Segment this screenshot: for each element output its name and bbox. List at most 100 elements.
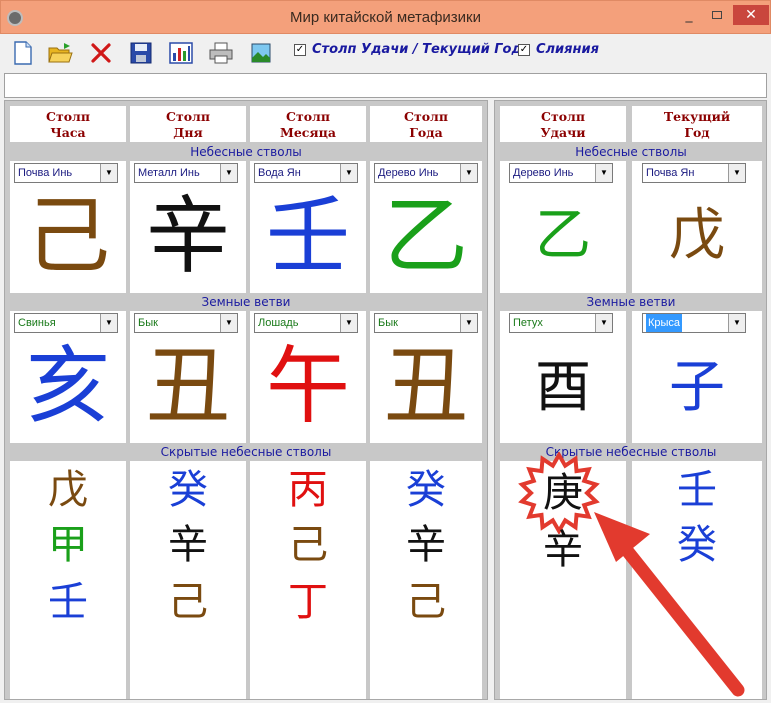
header-day-pillar: Столп Дня [130,106,246,142]
chevron-down-icon[interactable]: ▼ [460,314,477,332]
hidden-glyph-highlighted: 庚 [543,470,583,516]
stem-glyph-day: 辛 [145,187,230,285]
merge-checkbox[interactable]: ✓ Слияния [518,42,599,57]
open-folder-icon [48,43,73,63]
print-icon [209,42,233,64]
select-value: Лошадь [258,317,299,329]
open-button[interactable] [48,40,74,66]
header-line: Столп [286,109,330,124]
hidden-glyph: 丙 [288,467,328,513]
branch-select-day[interactable]: Бык ▼ [134,313,238,333]
chevron-down-icon[interactable]: ▼ [728,164,745,182]
window-title: Мир китайской метафизики [290,9,481,26]
stem-select-month[interactable]: Вода Ян ▼ [254,163,358,183]
stem-glyph-year: 乙 [383,187,468,285]
stem-select-luck[interactable]: Дерево Инь ▼ [509,163,613,183]
hidden-glyph: 壬 [48,579,88,625]
stem-select-day[interactable]: Металл Инь ▼ [134,163,238,183]
branch-select-luck[interactable]: Петух ▼ [509,313,613,333]
print-button[interactable] [208,40,234,66]
chevron-down-icon[interactable]: ▼ [220,314,237,332]
select-value-highlighted: Крыса [646,314,683,332]
new-document-icon [14,41,32,65]
header-month-pillar: Столп Месяца [250,106,366,142]
select-value: Почва Ян [646,167,695,179]
stem-glyph-hour: 己 [25,187,110,285]
chevron-down-icon[interactable]: ▼ [340,164,357,182]
checkbox-box: ✓ [294,43,306,56]
stem-select-current-year[interactable]: Почва Ян ▼ [642,163,746,183]
branch-glyph-day: 丑 [145,337,230,435]
branch-select-year[interactable]: Бык ▼ [374,313,478,333]
select-value: Почва Инь [18,167,73,179]
chevron-down-icon[interactable]: ▼ [460,164,477,182]
header-line: Столп [46,109,90,124]
delete-icon [91,43,111,63]
delete-button[interactable] [88,40,114,66]
maximize-icon [712,11,722,19]
chevron-down-icon[interactable]: ▼ [340,314,357,332]
select-value: Дерево Инь [513,167,574,179]
hidden-glyph: 己 [406,579,446,625]
luck-year-checkbox-label: Столп Удачи / Текущий Год [312,42,522,57]
chevron-down-icon[interactable]: ▼ [220,164,237,182]
chevron-down-icon[interactable]: ▼ [728,314,745,332]
minimize-button[interactable]: _ [677,5,701,25]
chevron-down-icon[interactable]: ▼ [100,314,117,332]
branch-select-hour[interactable]: Свинья ▼ [14,313,118,333]
save-icon [130,42,152,64]
header-luck-pillar: Столп Удачи [500,106,626,142]
new-document-button[interactable] [10,40,36,66]
chevron-down-icon[interactable]: ▼ [100,164,117,182]
branch-glyph-current-year: 子 [669,355,725,420]
stem-select-hour[interactable]: Почва Инь ▼ [14,163,118,183]
stem-glyph-month: 壬 [265,187,350,285]
hidden-glyph: 己 [168,579,208,625]
branch-select-month[interactable]: Лошадь ▼ [254,313,358,333]
hidden-glyph: 癸 [406,467,446,513]
chart-button[interactable] [168,40,194,66]
chevron-down-icon[interactable]: ▼ [595,314,612,332]
info-text-field[interactable] [4,73,767,98]
branch-glyph-luck: 酉 [535,355,591,420]
header-line: Текущий [663,109,731,124]
stem-select-year[interactable]: Дерево Инь ▼ [374,163,478,183]
hidden-glyph: 辛 [168,522,208,568]
select-value: Петух [513,317,543,329]
luck-year-checkbox[interactable]: ✓ Столп Удачи / Текущий Год [294,42,522,57]
select-value: Вода Ян [258,167,301,179]
maximize-button[interactable] [705,5,729,25]
save-button[interactable] [128,40,154,66]
header-hour-pillar: Столп Часа [10,106,126,142]
header-line: Столп [404,109,448,124]
select-value: Свинья [18,317,56,329]
image-icon [251,43,271,63]
image-button[interactable] [248,40,274,66]
hidden-glyph: 辛 [406,522,446,568]
branch-glyph-hour: 亥 [25,337,110,435]
title-bar: Мир китайской метафизики _ ✕ [0,0,771,34]
header-current-year: Текущий Год [632,106,762,142]
header-line: Часа [50,125,86,140]
branch-select-current-year[interactable]: Крыса ▼ [642,313,746,333]
hidden-glyph: 己 [288,522,328,568]
heavenly-stems-label: Небесные стволы [190,145,302,159]
select-value: Бык [138,317,158,329]
header-line: Дня [173,125,203,140]
header-line: Год [684,125,710,140]
heavenly-stems-label: Небесные стволы [575,145,687,159]
header-line: Столп [541,109,585,124]
header-line: Месяца [280,125,336,140]
stem-glyph-luck: 乙 [535,203,591,268]
hidden-glyph: 戊 [48,467,88,513]
hidden-stems-label: Скрытые небесные стволы [160,445,332,459]
branch-glyph-year: 丑 [383,337,468,435]
header-line: Года [409,125,443,140]
earthly-branches-label: Земные ветви [201,295,291,309]
close-button[interactable]: ✕ [733,5,769,25]
chevron-down-icon[interactable]: ▼ [595,164,612,182]
toolbar: ✓ Столп Удачи / Текущий Год ✓ Слияния [0,34,771,70]
hidden-glyph: 丁 [288,579,328,625]
checkbox-box: ✓ [518,43,530,56]
header-line: Удачи [540,125,586,140]
